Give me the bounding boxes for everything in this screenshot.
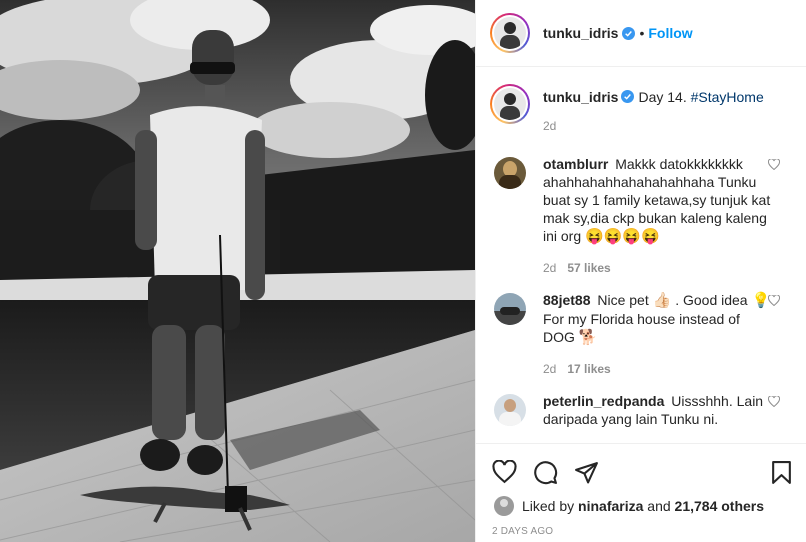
- caption-text: Day 14.: [638, 89, 687, 105]
- comment-item: otamblurr Makkk datokkkkkkkk ahahhahahha…: [490, 155, 790, 277]
- heart-icon[interactable]: [492, 460, 517, 485]
- comment-emoji: 🐕: [578, 329, 598, 346]
- comment-item: 88jet88 Nice pet 👍🏻 . Good idea 💡 For my…: [490, 291, 790, 378]
- comment-time: 2d: [543, 362, 557, 376]
- comment-item: peterlin_redpanda Uissshhh. Lain daripad…: [490, 392, 790, 428]
- comment-likes[interactable]: 57 likes: [567, 261, 610, 275]
- post-actions: Liked by ninafariza and 21,784 others 2 …: [476, 443, 806, 542]
- author-username[interactable]: tunku_idris: [543, 25, 618, 41]
- comment-username[interactable]: peterlin_redpanda: [543, 393, 664, 409]
- comment-emoji: 👍🏻: [652, 292, 672, 309]
- commenter-avatar[interactable]: [494, 293, 526, 325]
- like-comment-icon[interactable]: [768, 159, 780, 170]
- comment-text: . Good idea: [675, 292, 748, 308]
- separator-dot: •: [639, 25, 645, 41]
- comment-icon[interactable]: [533, 460, 558, 485]
- comment-text: Nice pet: [597, 292, 649, 308]
- post-photo[interactable]: [0, 0, 475, 542]
- comment-time: 2d: [543, 261, 557, 275]
- liker-username[interactable]: ninafariza: [578, 498, 643, 514]
- follow-button[interactable]: Follow: [648, 25, 692, 41]
- like-comment-icon[interactable]: [768, 396, 780, 407]
- likes-prefix: Liked by: [522, 498, 575, 514]
- comment-text: For my Florida house instead of DOG: [543, 311, 740, 345]
- comment-username[interactable]: 88jet88: [543, 292, 590, 308]
- comments-list[interactable]: tunku_idris Day 14. #StayHome 2d otamblur…: [476, 68, 806, 442]
- likes-summary: Liked by ninafariza and 21,784 others: [476, 496, 806, 516]
- commenter-avatar[interactable]: [494, 157, 526, 189]
- share-icon[interactable]: [574, 460, 599, 485]
- post-timestamp[interactable]: 2 DAYS AGO: [476, 526, 806, 537]
- likes-and: and: [647, 498, 671, 514]
- verified-badge-icon: [622, 26, 636, 40]
- post-header: tunku_idris • Follow: [476, 0, 806, 67]
- likes-count[interactable]: 21,784 others: [675, 498, 765, 514]
- post-image: [0, 0, 475, 542]
- post-caption: tunku_idris Day 14. #StayHome 2d: [490, 84, 790, 133]
- caption-time: 2d: [543, 119, 557, 133]
- author-avatar[interactable]: [490, 13, 530, 53]
- caption-username[interactable]: tunku_idris: [543, 89, 618, 105]
- bookmark-icon[interactable]: [769, 460, 794, 485]
- like-comment-icon[interactable]: [768, 295, 780, 306]
- post-side-panel: tunku_idris • Follow tunku_idris Day 14. …: [475, 0, 806, 542]
- liker-avatar[interactable]: [494, 496, 514, 516]
- verified-badge-icon: [621, 90, 635, 103]
- commenter-avatar[interactable]: [494, 394, 526, 426]
- caption-hashtag[interactable]: #StayHome: [691, 89, 764, 105]
- comment-username[interactable]: otamblurr: [543, 156, 608, 172]
- comment-emoji: 😝😝😝😝: [585, 228, 660, 245]
- caption-avatar[interactable]: [490, 84, 530, 124]
- comment-likes[interactable]: 17 likes: [567, 362, 610, 376]
